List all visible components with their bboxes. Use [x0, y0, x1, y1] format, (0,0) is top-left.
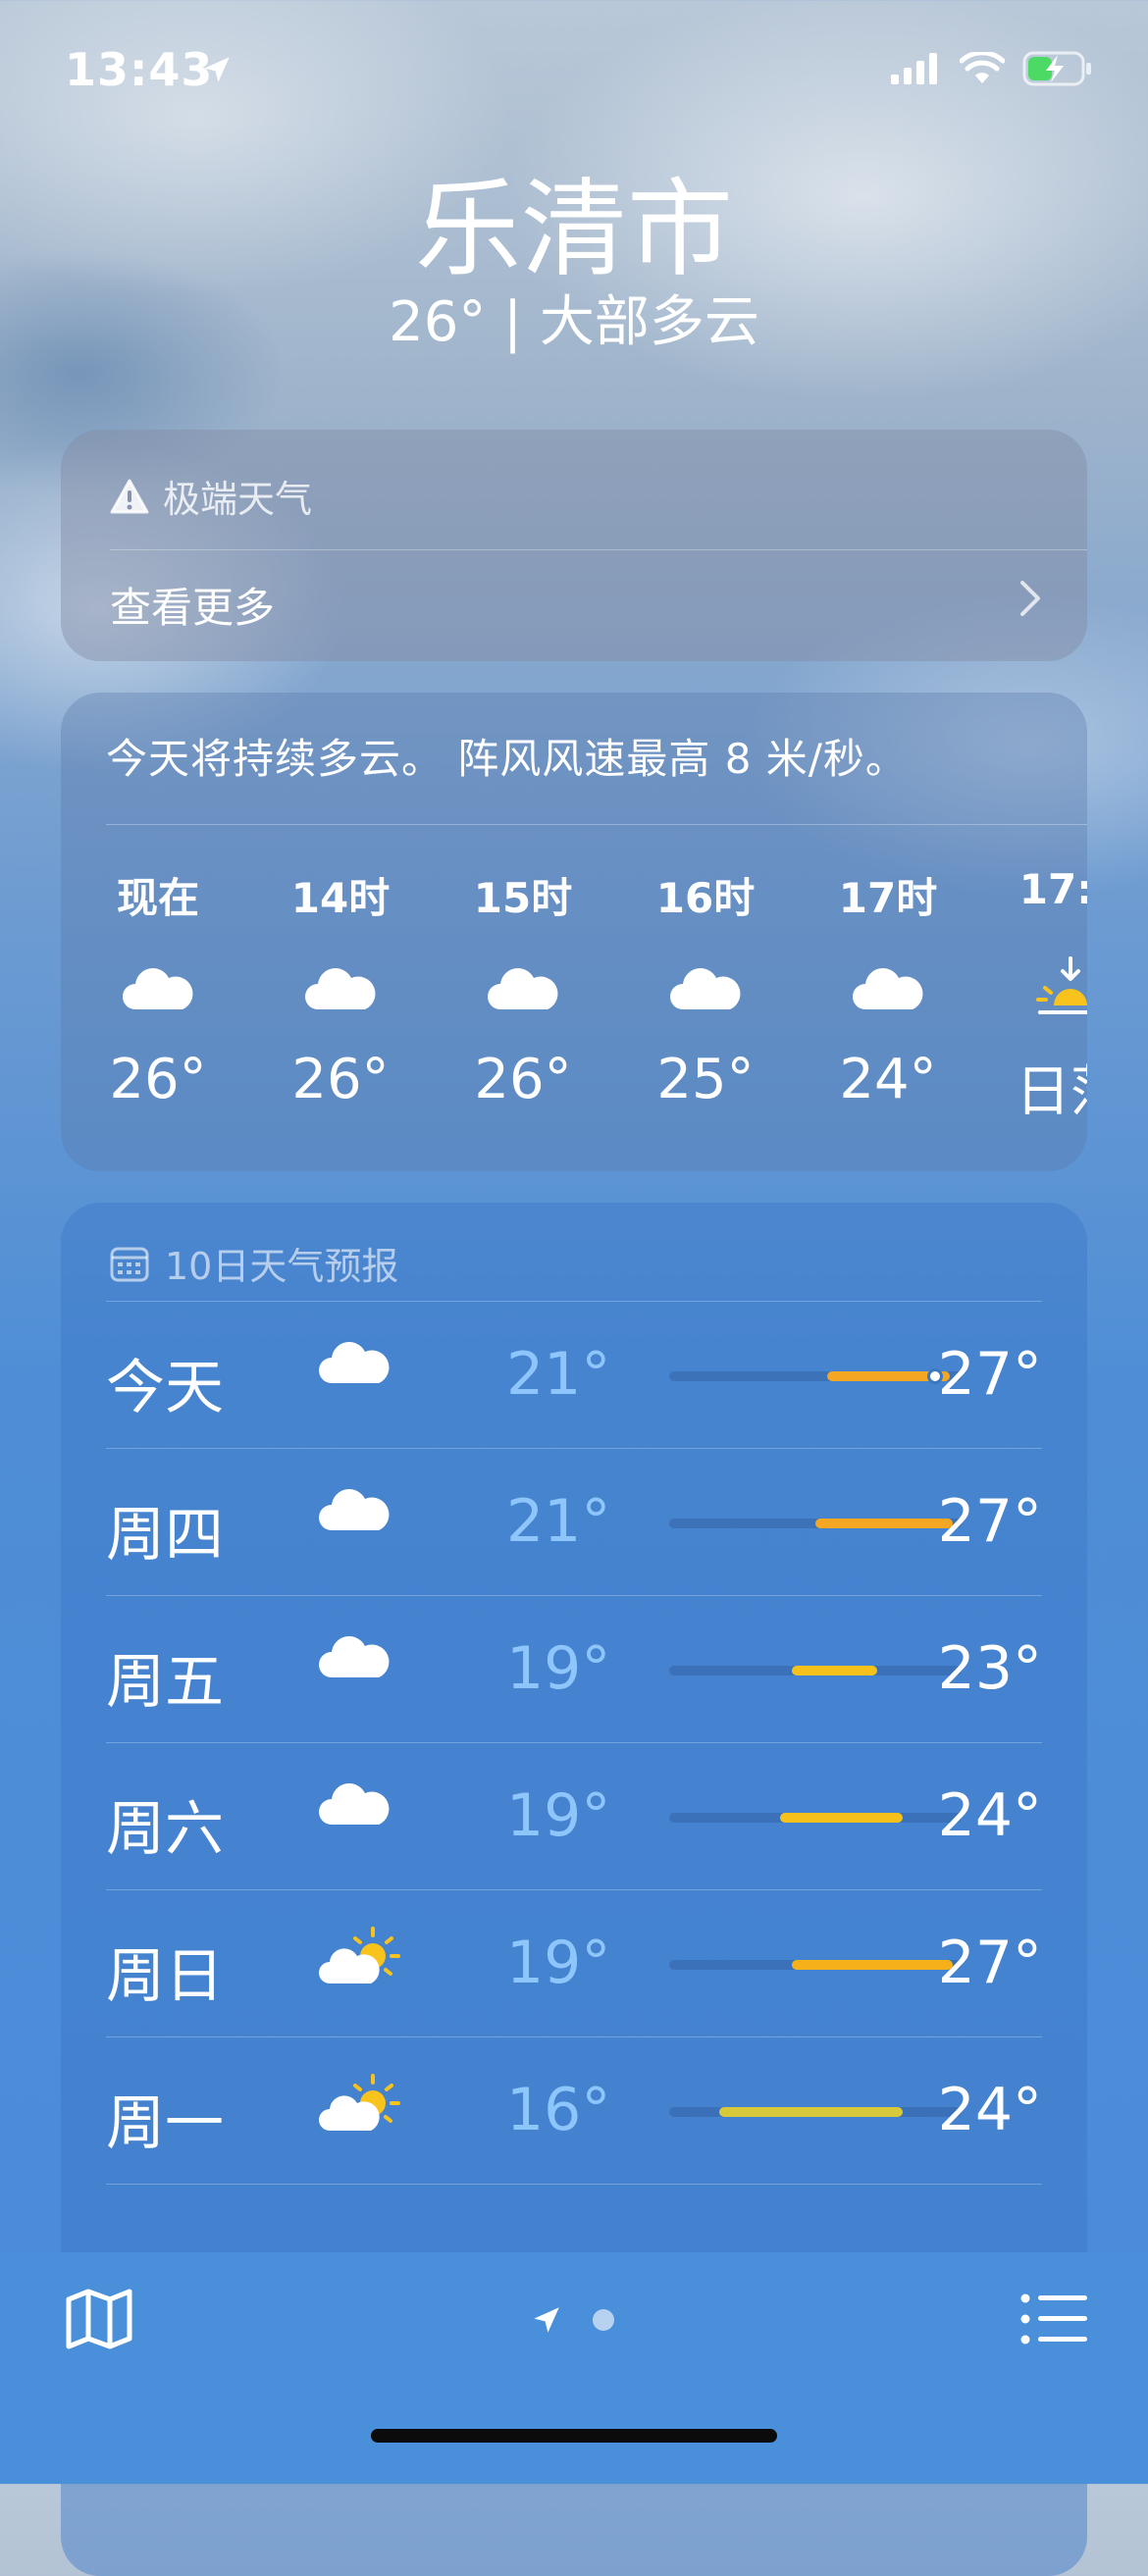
page-indicator[interactable] — [530, 2303, 614, 2337]
cloud-icon — [319, 1342, 390, 1383]
temperature-range-fill — [792, 1666, 877, 1675]
severe-weather-title: 极端天气 — [163, 478, 313, 521]
current-location-icon[interactable] — [530, 2303, 563, 2337]
forecast-header: 10日天气预报 — [110, 1236, 398, 1290]
hour-item: 16时 25° — [614, 865, 797, 1111]
forecast-row[interactable]: 周五 19° 23° — [106, 1595, 1042, 1742]
hour-temp: 26° — [474, 1048, 572, 1111]
severe-weather-card[interactable]: 极端天气 查看更多 — [61, 430, 1087, 661]
divider — [106, 2184, 1042, 2185]
hour-item: 14时 26° — [249, 865, 432, 1111]
hour-item: 17时 24° — [797, 865, 979, 1111]
signal-icon — [891, 53, 937, 84]
forecast-high: 27° — [937, 1340, 1042, 1409]
forecast-low: 19° — [506, 1634, 611, 1703]
forecast-low: 21° — [506, 1340, 611, 1409]
hour-label: 17:3 — [1018, 865, 1087, 913]
hour-label: 17时 — [838, 874, 938, 922]
warning-icon — [110, 479, 149, 513]
forecast-row[interactable]: 周日 19° 27° — [106, 1889, 1042, 2036]
forecast-row[interactable]: 周一 16° 24° — [106, 2036, 1042, 2184]
status-icons — [891, 51, 1093, 86]
forecast-high: 27° — [937, 1929, 1042, 1997]
hourly-description: 今天将持续多云。 阵风风速最高 8 米/秒。 — [106, 735, 908, 783]
divider — [106, 824, 1087, 825]
current-summary: 26° | 大部多云 — [389, 290, 759, 354]
bottom-toolbar — [0, 2252, 1148, 2484]
forecast-high: 24° — [937, 1781, 1042, 1850]
temperature-range-bar — [669, 2107, 962, 2117]
battery-charging-icon — [1022, 51, 1091, 86]
forecast-day: 今天 — [106, 1354, 224, 1422]
hour-temp: 26° — [291, 1048, 390, 1111]
temperature-range-fill — [780, 1813, 904, 1823]
city-name: 乐清市 — [414, 169, 733, 291]
forecast-row[interactable]: 今天 21° 27° — [106, 1301, 1042, 1448]
cloud-icon — [670, 968, 741, 1009]
wifi-icon — [960, 52, 1005, 83]
location-arrow-icon — [204, 57, 230, 82]
home-indicator[interactable] — [371, 2429, 777, 2443]
forecast-day: 周日 — [106, 1942, 224, 2011]
list-icon[interactable] — [1020, 2293, 1089, 2344]
sunset-icon — [1036, 956, 1087, 1014]
page-dot[interactable] — [593, 2309, 614, 2331]
temperature-range-bar — [669, 1666, 962, 1675]
hour-item: 17:3 日落 — [979, 865, 1087, 1127]
partly-sunny-icon — [319, 1927, 400, 1984]
forecast-low: 19° — [506, 1781, 611, 1850]
see-more-link[interactable]: 查看更多 — [110, 575, 275, 635]
cloud-icon — [305, 968, 376, 1009]
cloud-icon — [488, 968, 558, 1009]
divider — [110, 549, 1087, 550]
status-time: 13:43 — [65, 43, 214, 96]
forecast-day: 周四 — [106, 1501, 224, 1570]
hour-temp: 日落 — [1016, 1060, 1087, 1124]
forecast-low: 16° — [506, 2076, 611, 2144]
hour-item: 15时 26° — [432, 865, 614, 1111]
cloud-icon — [853, 968, 923, 1009]
forecast-low: 19° — [506, 1929, 611, 1997]
forecast-row[interactable]: 周六 19° 24° — [106, 1742, 1042, 1889]
chevron-right-icon[interactable] — [1018, 579, 1042, 618]
cloud-icon — [319, 1636, 390, 1677]
forecast-low: 21° — [506, 1487, 611, 1556]
hourly-forecast-card[interactable]: 今天将持续多云。 阵风风速最高 8 米/秒。 现在 26° 14时 26° 15… — [61, 693, 1087, 1171]
hour-temp: 25° — [656, 1048, 755, 1111]
hour-temp: 24° — [839, 1048, 937, 1111]
map-icon[interactable] — [65, 2288, 133, 2350]
status-bar: 13:43 — [0, 0, 1148, 137]
forecast-high: 23° — [937, 1634, 1042, 1703]
forecast-title: 10日天气预报 — [165, 1245, 399, 1288]
temperature-range-bar — [669, 1519, 962, 1528]
temperature-range-bar — [669, 1813, 962, 1823]
forecast-row[interactable]: 周四 21° 27° — [106, 1448, 1042, 1595]
hour-label: 现在 — [116, 874, 199, 922]
temperature-range-bar — [669, 1960, 962, 1970]
cloud-icon — [319, 1783, 390, 1825]
forecast-day: 周六 — [106, 1795, 224, 1864]
temperature-range-fill — [718, 2107, 904, 2117]
cloud-icon — [123, 968, 193, 1009]
hour-label: 15时 — [473, 874, 573, 922]
partly-sunny-icon — [319, 2074, 400, 2131]
temperature-range-fill — [792, 1960, 954, 1970]
forecast-high: 27° — [937, 1487, 1042, 1556]
severe-weather-header: 极端天气 — [110, 469, 312, 523]
location-header: 乐清市 26° | 大部多云 — [0, 167, 1148, 357]
temperature-range-fill — [815, 1519, 954, 1528]
hour-label: 14时 — [290, 874, 391, 922]
temperature-range-bar — [669, 1368, 962, 1384]
hour-label: 16时 — [655, 874, 756, 922]
forecast-day: 周五 — [106, 1648, 224, 1717]
forecast-day: 周一 — [106, 2089, 224, 2158]
calendar-icon — [110, 1247, 149, 1281]
hour-temp: 26° — [109, 1048, 207, 1111]
forecast-high: 24° — [937, 2076, 1042, 2144]
hour-item: 现在 26° — [67, 865, 249, 1111]
cloud-icon — [319, 1489, 390, 1530]
